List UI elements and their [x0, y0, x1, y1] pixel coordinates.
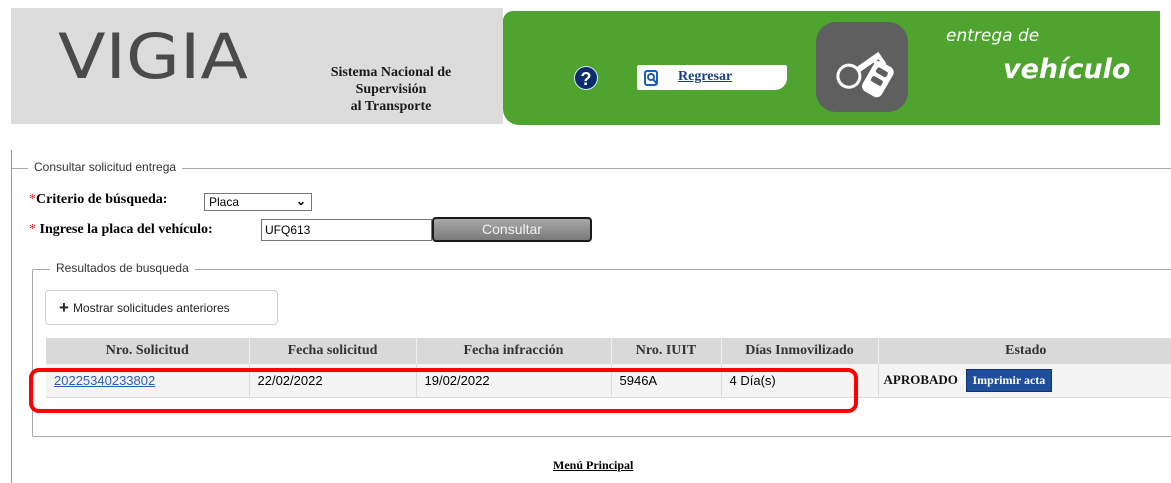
resultados-fieldset: Resultados de busqueda + Mostrar solicitu…: [32, 261, 1171, 437]
status-badge: APROBADO: [883, 371, 958, 387]
placa-label: * Ingrese la placa del vehículo:: [29, 222, 213, 237]
system-name: Sistema Nacional de Supervisión al Trans…: [330, 65, 452, 114]
banner-title-line2: vehículo: [1003, 54, 1131, 85]
question-circle-icon[interactable]: ?: [574, 66, 598, 90]
col-fecha-solicitud: Fecha solicitud: [249, 338, 417, 364]
col-fecha-infraccion: Fecha infracción: [416, 338, 612, 364]
svg-text:VIGIA: VIGIA: [58, 20, 248, 93]
plus-icon: +: [59, 298, 69, 317]
car-key-icon: [816, 22, 908, 112]
solicitud-link[interactable]: 20225340233802: [54, 373, 155, 388]
table-row: 20225340233802 22/02/2022 19/02/2022 594…: [46, 364, 1171, 398]
criterio-label: *Criterio de búsqueda:: [29, 192, 168, 207]
cell-fecha-infraccion: 19/02/2022: [416, 364, 612, 398]
results-table: Nro. Solicitud Fecha solicitud Fecha inf…: [46, 338, 1171, 398]
consulta-legend: Consultar solicitud entrega: [28, 160, 183, 174]
col-nro-solicitud: Nro. Solicitud: [46, 338, 250, 364]
criterio-select[interactable]: Placa ⌄: [204, 193, 312, 211]
cell-nro-iuit: 5946A: [611, 364, 722, 398]
chevron-down-icon: ⌄: [295, 194, 306, 208]
imprimir-acta-button[interactable]: Imprimir acta: [965, 368, 1053, 392]
consulta-fieldset: Consultar solicitud entrega *Criterio de…: [11, 160, 1171, 483]
menu-principal-link[interactable]: Menú Principal: [553, 458, 633, 473]
col-dias: Días Inmovilizado: [721, 338, 879, 364]
header-left-panel: VIGIA Sistema Nacional de Supervisión al…: [11, 8, 503, 124]
consultar-button[interactable]: Consultar: [432, 217, 592, 242]
table-header-row: Nro. Solicitud Fecha solicitud Fecha inf…: [46, 338, 1171, 364]
cell-nro-solicitud: 20225340233802: [46, 364, 250, 398]
cell-estado: APROBADO Imprimir acta: [878, 364, 1171, 398]
banner-title-line1: entrega de: [946, 26, 1040, 46]
back-arrow-icon: [644, 70, 658, 86]
col-nro-iuit: Nro. IUIT: [611, 338, 722, 364]
cell-fecha-solicitud: 22/02/2022: [249, 364, 417, 398]
col-estado: Estado: [878, 338, 1171, 364]
vigia-logo: VIGIA: [58, 20, 248, 93]
mostrar-anteriores-button[interactable]: + Mostrar solicitudes anteriores: [45, 290, 278, 325]
resultados-legend: Resultados de busqueda: [50, 261, 195, 275]
placa-input[interactable]: UFQ613: [261, 219, 432, 241]
back-label: Regresar: [678, 69, 733, 84]
cell-dias: 4 Día(s): [721, 364, 879, 398]
back-button[interactable]: Regresar: [637, 65, 787, 90]
